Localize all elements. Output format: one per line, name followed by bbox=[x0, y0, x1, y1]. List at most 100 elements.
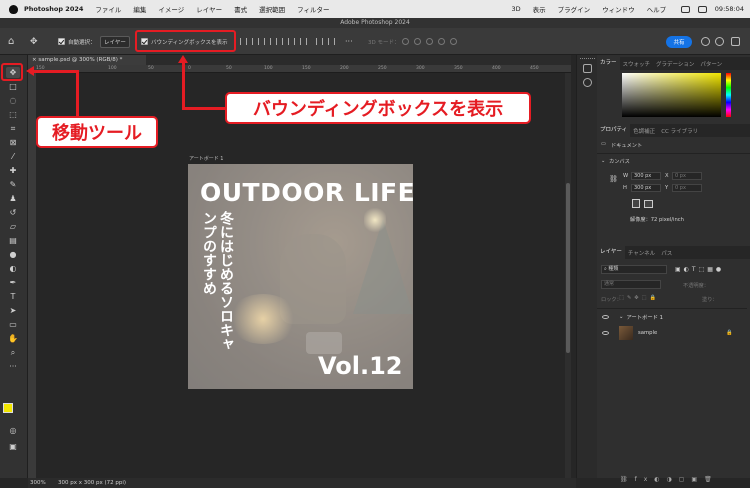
align-left-icon[interactable] bbox=[240, 38, 247, 45]
home-icon[interactable]: ⌂ bbox=[8, 35, 14, 48]
search-icon[interactable] bbox=[701, 37, 710, 46]
menu-file[interactable]: ファイル bbox=[95, 4, 121, 14]
3d-roll-icon[interactable] bbox=[414, 38, 421, 45]
tab-adjustments[interactable]: 色調補正 bbox=[630, 127, 658, 135]
more-options-icon[interactable]: ··· bbox=[345, 35, 353, 48]
eye-icon[interactable] bbox=[602, 331, 609, 335]
clone-stamp-tool-icon[interactable]: ♟ bbox=[6, 193, 20, 204]
distribute-icon[interactable] bbox=[328, 38, 335, 45]
3d-slide-icon[interactable] bbox=[438, 38, 445, 45]
3d-pan-icon[interactable] bbox=[426, 38, 433, 45]
menu-select[interactable]: 選択範囲 bbox=[259, 4, 285, 14]
link-icon[interactable]: ⛓ bbox=[609, 175, 618, 183]
landscape-orientation-icon[interactable] bbox=[644, 200, 653, 208]
history-panel-icon[interactable] bbox=[583, 64, 592, 73]
artboard-tool-icon[interactable]: □ bbox=[6, 81, 20, 92]
type-tool-icon[interactable]: T bbox=[6, 291, 20, 302]
x-field[interactable]: 0 px bbox=[672, 172, 702, 180]
align-top-icon[interactable] bbox=[276, 38, 283, 45]
tab-properties[interactable]: プロパティ bbox=[597, 124, 631, 137]
history-brush-tool-icon[interactable]: ↺ bbox=[6, 207, 20, 218]
menu-app-name[interactable]: Photoshop 2024 bbox=[24, 5, 83, 13]
quick-mask-icon[interactable]: ◎ bbox=[6, 425, 20, 436]
battery-icon[interactable] bbox=[697, 5, 707, 13]
help-icon[interactable] bbox=[715, 37, 724, 46]
close-icon[interactable]: × bbox=[32, 57, 37, 63]
frame-tool-icon[interactable]: ⊠ bbox=[6, 137, 20, 148]
layer-filter-dropdown[interactable]: ⌕ 種類 bbox=[601, 265, 667, 274]
tab-swatches[interactable]: スウォッチ bbox=[620, 60, 654, 68]
menu-filter[interactable]: フィルター bbox=[297, 4, 329, 14]
layer-filter-icons[interactable]: ▣◐T⬚▦● bbox=[675, 266, 724, 273]
auto-select-dropdown[interactable]: レイヤー bbox=[100, 35, 130, 48]
canvas-section-toggle[interactable]: ⌄ bbox=[601, 158, 605, 164]
tab-gradients[interactable]: グラデーション bbox=[653, 60, 697, 68]
menu-plugins[interactable]: プラグイン bbox=[558, 4, 591, 14]
menu-help[interactable]: ヘルプ bbox=[647, 4, 667, 14]
lock-icons[interactable]: ⬚✎✥⬚🔒 bbox=[619, 295, 659, 301]
eraser-tool-icon[interactable]: ▱ bbox=[6, 221, 20, 232]
layer-row-sample[interactable]: sample 🔒 bbox=[597, 324, 747, 342]
comments-panel-icon[interactable] bbox=[583, 78, 592, 87]
menu-3d[interactable]: 3D bbox=[511, 5, 520, 13]
workspace-icon[interactable] bbox=[731, 37, 740, 46]
horizontal-ruler[interactable]: 150 100 50 0 50 100 150 200 250 300 350 … bbox=[28, 65, 571, 73]
vertical-ruler[interactable] bbox=[28, 73, 36, 478]
lasso-tool-icon[interactable]: ◌ bbox=[6, 95, 20, 106]
eye-icon[interactable] bbox=[602, 314, 609, 319]
zoom-tool-icon[interactable]: ⌕ bbox=[6, 347, 20, 358]
menu-window[interactable]: ウィンドウ bbox=[602, 4, 635, 14]
blend-mode-dropdown[interactable]: 通常 bbox=[601, 280, 661, 289]
align-center-icon[interactable] bbox=[252, 38, 259, 45]
hand-tool-icon[interactable]: ✋ bbox=[6, 333, 20, 344]
width-field[interactable]: 300 px bbox=[631, 172, 661, 180]
screen-mode-icon[interactable]: ▣ bbox=[6, 441, 20, 452]
gradient-tool-icon[interactable]: ▤ bbox=[6, 235, 20, 246]
more-tools-icon[interactable]: ··· bbox=[6, 361, 20, 372]
creative-cloud-icon[interactable] bbox=[680, 5, 690, 13]
healing-brush-tool-icon[interactable]: ✚ bbox=[6, 165, 20, 176]
apple-icon[interactable] bbox=[9, 4, 18, 14]
tab-paths[interactable]: パス bbox=[658, 249, 675, 257]
color-picker-field[interactable] bbox=[622, 73, 721, 117]
path-selection-tool-icon[interactable]: ➤ bbox=[6, 305, 20, 316]
3d-scale-icon[interactable] bbox=[450, 38, 457, 45]
align-bottom-icon[interactable] bbox=[300, 38, 307, 45]
blur-tool-icon[interactable]: ● bbox=[6, 249, 20, 260]
tab-channels[interactable]: チャンネル bbox=[625, 249, 658, 257]
vertical-scrollbar[interactable] bbox=[565, 73, 571, 478]
menu-image[interactable]: イメージ bbox=[158, 4, 184, 14]
brush-tool-icon[interactable]: ✎ bbox=[6, 179, 20, 190]
rectangle-tool-icon[interactable]: ▭ bbox=[6, 319, 20, 330]
zoom-level[interactable]: 300% bbox=[30, 480, 58, 486]
clock[interactable]: 09:58:04 bbox=[715, 5, 744, 13]
object-select-tool-icon[interactable]: ⬚ bbox=[6, 109, 20, 120]
height-field[interactable]: 300 px bbox=[631, 184, 661, 192]
menu-edit[interactable]: 編集 bbox=[133, 4, 146, 14]
chevron-down-icon[interactable]: ⌄ bbox=[619, 314, 623, 320]
tab-layers[interactable]: レイヤー bbox=[597, 246, 625, 259]
tab-patterns[interactable]: パターン bbox=[697, 60, 725, 68]
share-button[interactable]: 共有 bbox=[666, 36, 692, 48]
portrait-orientation-icon[interactable] bbox=[632, 199, 640, 208]
dodge-tool-icon[interactable]: ◐ bbox=[6, 263, 20, 274]
artboard[interactable]: OUTDOOR LIFE 冬にはじめるソロキャンプのすすめ Vol.12 bbox=[188, 164, 413, 389]
eyedropper-tool-icon[interactable]: ⁄ bbox=[6, 151, 20, 162]
move-tool-preset-icon[interactable]: ✥ bbox=[30, 35, 38, 48]
y-field[interactable]: 0 px bbox=[672, 184, 702, 192]
foreground-color-swatch[interactable] bbox=[3, 403, 13, 413]
align-middle-icon[interactable] bbox=[288, 38, 295, 45]
align-right-icon[interactable] bbox=[264, 38, 271, 45]
menu-view[interactable]: 表示 bbox=[533, 4, 546, 14]
tab-color[interactable]: カラー bbox=[597, 57, 620, 70]
3d-orbit-icon[interactable] bbox=[402, 38, 409, 45]
menu-layer[interactable]: レイヤー bbox=[196, 4, 222, 14]
pen-tool-icon[interactable]: ✒ bbox=[6, 277, 20, 288]
layer-row-artboard[interactable]: ⌄ アートボード 1 bbox=[597, 308, 747, 324]
auto-select-checkbox[interactable]: 自動選択： bbox=[58, 35, 96, 48]
scrollbar-thumb[interactable] bbox=[566, 183, 570, 353]
hue-slider[interactable] bbox=[726, 73, 731, 117]
document-tab[interactable]: × sample.psd @ 300% (RGB/8) * bbox=[28, 55, 146, 65]
grip-handle[interactable] bbox=[580, 58, 595, 60]
artboard-label[interactable]: アートボード 1 bbox=[189, 155, 223, 162]
